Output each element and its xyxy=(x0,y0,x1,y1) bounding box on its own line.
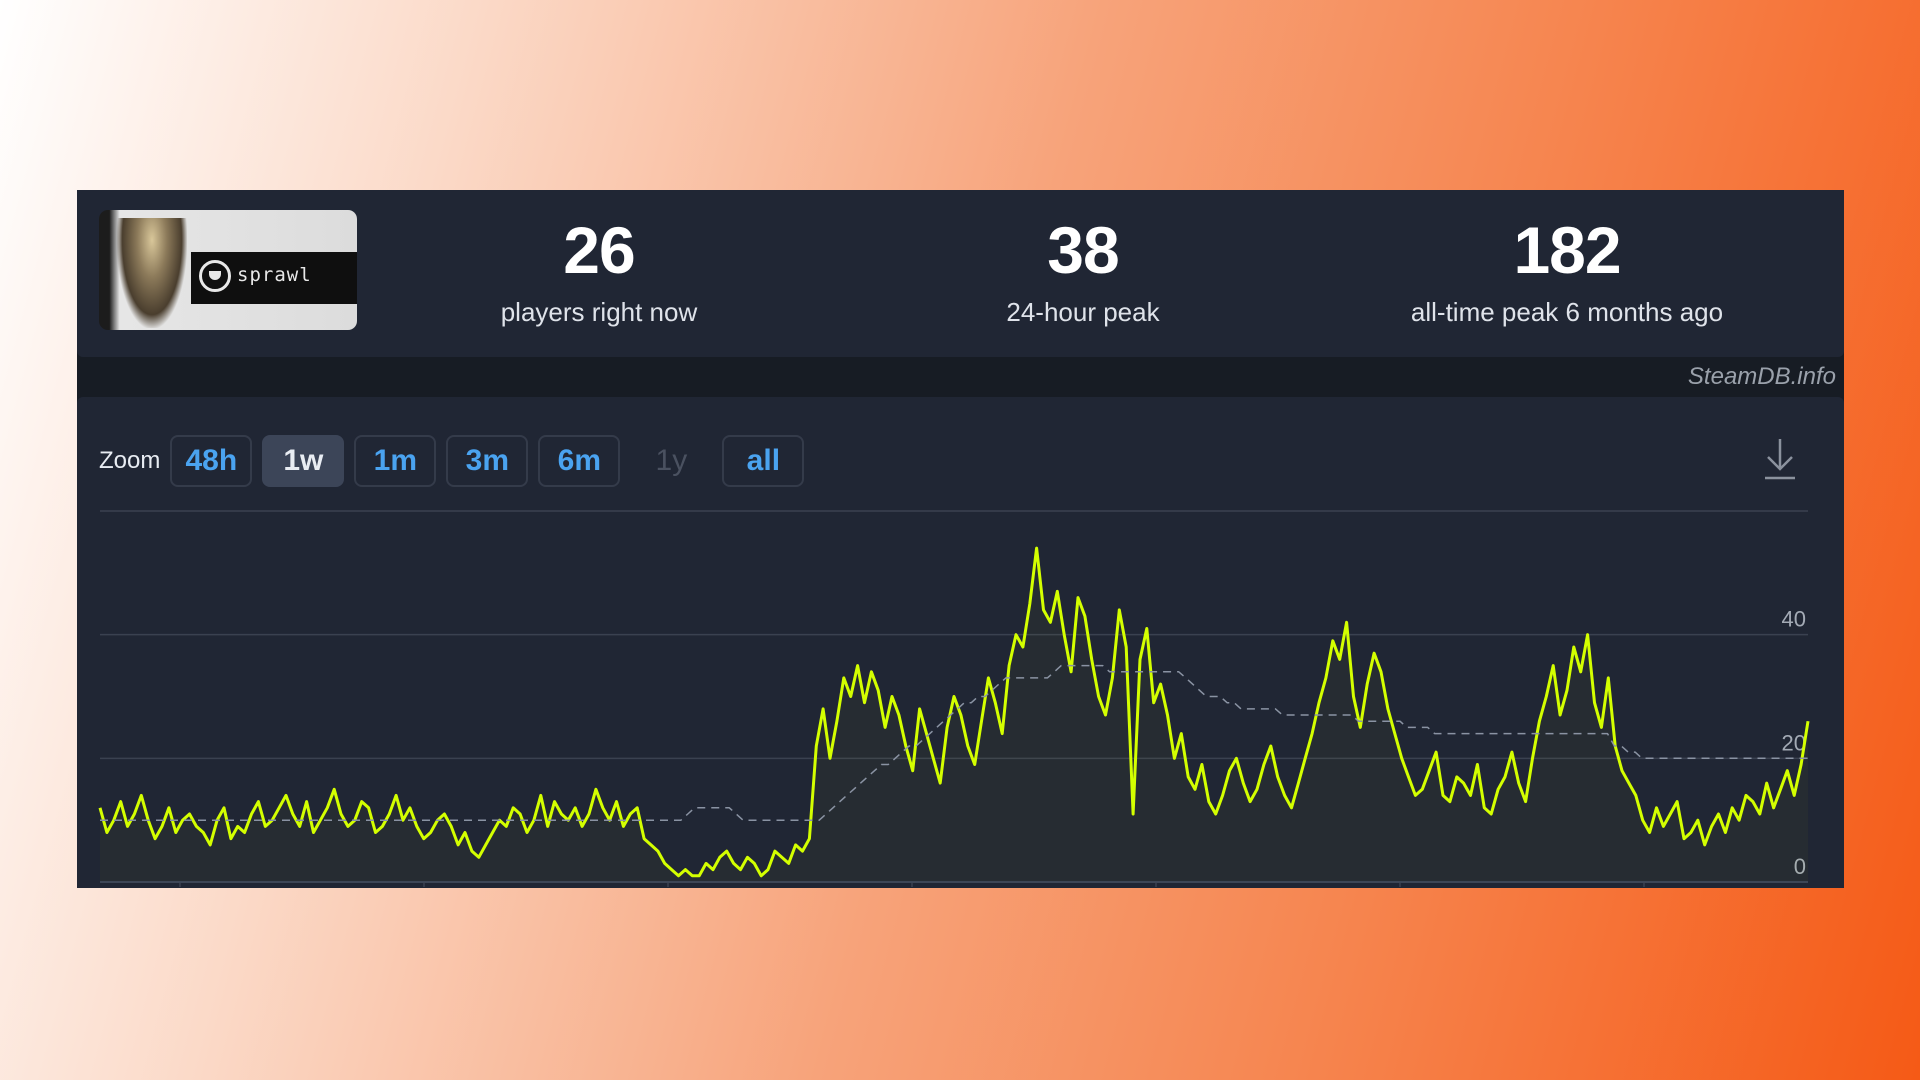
stat-label: all-time peak 6 months ago xyxy=(1410,297,1724,327)
game-capsule-image[interactable]: sprawl xyxy=(99,210,357,330)
stat-24h-peak: 38 24-hour peak xyxy=(883,210,1283,330)
stat-players-now: 26 players right now xyxy=(399,210,799,330)
sprawl-logo-icon xyxy=(199,260,231,292)
chart-card: Zoom 48h 1w 1m 3m 6m 1y all 02040 xyxy=(77,397,1844,888)
capsule-character-art xyxy=(117,218,187,328)
stat-value: 26 xyxy=(563,213,635,287)
stat-value: 182 xyxy=(1513,213,1621,287)
stat-all-time-peak[interactable]: 182 all-time peak 6 months ago xyxy=(1367,210,1767,330)
steamdb-widget: sprawl 26 players right now 38 24-hour p… xyxy=(77,190,1844,888)
stat-value: 38 xyxy=(1047,213,1119,287)
player-count-chart[interactable]: 02040 xyxy=(77,397,1844,888)
steamdb-watermark: SteamDB.info xyxy=(1687,363,1836,390)
y-tick-label: 40 xyxy=(1782,607,1806,632)
series-area-players xyxy=(100,548,1808,882)
capsule-logo-text: sprawl xyxy=(237,264,312,286)
stat-label: 24-hour peak xyxy=(1006,297,1160,327)
stat-label: players right now xyxy=(500,297,698,327)
stats-header: sprawl 26 players right now 38 24-hour p… xyxy=(77,190,1844,357)
